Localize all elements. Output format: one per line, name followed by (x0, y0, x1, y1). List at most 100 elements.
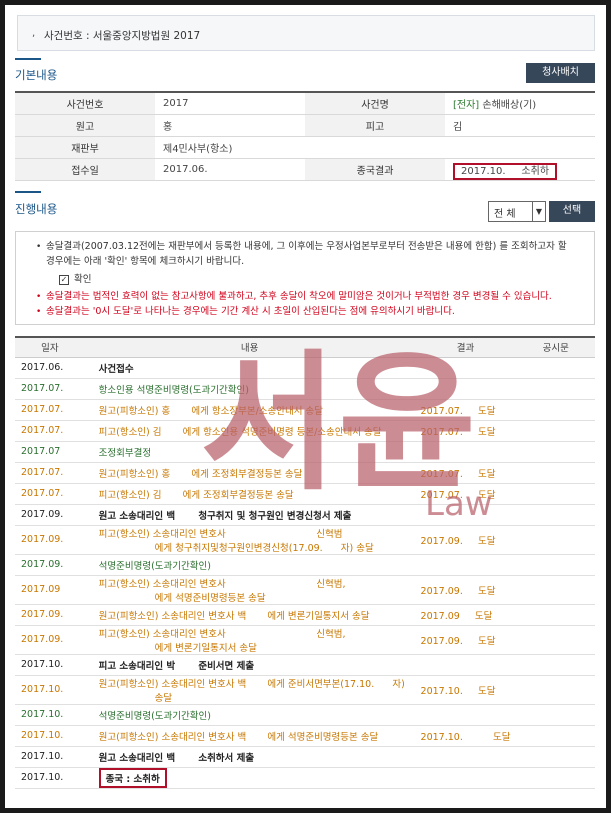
row-result-text: 2017.07. 도달 (420, 405, 496, 417)
info-row: 원고 홍 피고 김 (15, 114, 595, 137)
row-content-cont: 에게 청구취지및청구원인변경신청(17.09. 자) 송달 (154, 542, 374, 554)
row-date: 2017.09 (15, 575, 85, 605)
table-header: 일자 내용 결과 공시문 (15, 337, 595, 358)
value-plaintiff: 홍 (155, 114, 305, 137)
table-row: 2017.10. 원고(피항소인) 소송대리인 변호사 백 에게 석명준비명령등본… (15, 725, 595, 747)
row-result (414, 554, 517, 576)
value-final-result: 2017.10. 소취하 (445, 158, 595, 181)
row-content: 원고(피항소인) 홍 에게 조정회부결정등본 송달 (84, 462, 415, 484)
label-defendant: 피고 (305, 114, 445, 137)
row-date-text: 2017.06. (21, 362, 64, 373)
row-result: 2017.09. 도달 (414, 625, 517, 655)
value-court-division: 제4민사부(항소) (155, 136, 595, 159)
table-row: 2017.07. 피고(항소인) 김 에게 항소인용 석명준비명령 등본/소송안내… (15, 420, 595, 442)
row-date: 2017.07. (15, 378, 85, 400)
row-date-text: 2017.09. (21, 509, 64, 520)
row-date-text: 2017.10. (21, 684, 64, 695)
row-notice (516, 675, 595, 705)
row-notice (516, 625, 595, 655)
row-date: 2017.06. (15, 357, 85, 379)
row-notice (516, 575, 595, 605)
info-row: 사건번호 2017 사건명 [전자] 손해배상(기) (15, 92, 595, 115)
row-date: 2017.09. (15, 625, 85, 655)
table-row: 2017.09. 석명준비명령(도과기간확인) (15, 554, 595, 576)
filter-select[interactable]: 전 체 ▼ (488, 201, 546, 222)
bullet: • (36, 242, 42, 252)
row-notice (516, 441, 595, 463)
row-content: 원고(피항소인) 소송대리인 변호사 백 에게 준비서면부본(17.10. 자)… (84, 675, 415, 705)
row-content-text: 피고(항소인) 김 에게 항소인용 석명준비명령 등본/소송안내서 송달 (98, 426, 382, 438)
confirm-checkbox[interactable]: ✓ (59, 275, 69, 285)
label-final-result: 종국결과 (305, 158, 445, 181)
table-row: 2017.09. 피고(항소인) 소송대리인 변호사 신혁범 에게 청구취지및청구원… (15, 525, 595, 555)
row-result-text: 2017.09 도달 (420, 610, 493, 622)
row-content: 석명준비명령(도과기간확인) (84, 554, 415, 576)
row-result (414, 767, 517, 789)
table-row: 2017.09. 피고(항소인) 소송대리인 변호사 신혁범, 에게 변론기일통지서… (15, 625, 595, 655)
row-date-text: 2017.10. (21, 659, 64, 670)
table-row: 2017.10. 피고 소송대리인 박 준비서면 제출 (15, 654, 595, 676)
row-notice (516, 725, 595, 747)
row-content: 원고(피항소인) 소송대리인 변호사 백 에게 석명준비명령등본 송달 (84, 725, 415, 747)
row-content-text: 석명준비명령(도과기간확인) (98, 560, 211, 572)
row-content: 원고(피항소인) 소송대리인 변호사 백 에게 변론기일통지서 송달 (84, 604, 415, 626)
row-result-text: 2017.10. 도달 (420, 685, 496, 697)
row-content-cont: 송달 (154, 692, 173, 704)
bullet: • (36, 307, 42, 317)
row-content-text: 원고 소송대리인 백 소취하서 제출 (98, 752, 255, 764)
notice-line-2: 경우에는 아래 '확인' 항목에 체크하시기 바랍니다. (46, 256, 245, 267)
row-content: 피고(항소인) 김 에게 항소인용 석명준비명령 등본/소송안내서 송달 (84, 420, 415, 442)
row-date: 2017.10. (15, 704, 85, 726)
info-row: 접수일 2017.06. 종국결과 2017.10. 소취하 (15, 158, 595, 181)
row-content-text: 피고 소송대리인 박 준비서면 제출 (98, 660, 255, 672)
table-row: 2017.06. 사건접수 (15, 357, 595, 379)
table-row: 2017.09. 원고 소송대리인 백 청구취지 및 청구원인 변경신청서 제출 (15, 504, 595, 526)
row-content: 피고(항소인) 소송대리인 변호사 신혁범 에게 청구취지및청구원인변경신청(17… (84, 525, 415, 555)
row-date-text: 2017.10. (21, 751, 64, 762)
row-notice (516, 504, 595, 526)
row-date: 2017.10. (15, 767, 85, 789)
row-notice (516, 357, 595, 379)
row-content: 조정회부결정 (84, 441, 415, 463)
table-row: 2017.07. 원고(피항소인) 홍 에게 항소장부본/소송안내서 송달 2017… (15, 399, 595, 421)
table-row: 2017.07. 원고(피항소인) 홍 에게 조정회부결정등본 송달 2017.07… (15, 462, 595, 484)
row-result: 2017.09. 도달 (414, 575, 517, 605)
label-plaintiff: 원고 (15, 114, 155, 137)
row-result-text: 2017.09. 도달 (420, 535, 496, 547)
row-content-text: 원고(피항소인) 홍 에게 항소장부본/소송안내서 송달 (98, 405, 323, 417)
row-date: 2017.07. (15, 462, 85, 484)
row-date-text: 2017.09 (21, 584, 61, 595)
value-defendant: 김 (445, 114, 595, 137)
row-content-text: 원고(피항소인) 소송대리인 변호사 백 에게 석명준비명령등본 송달 (98, 731, 379, 743)
row-date: 2017.07 (15, 441, 85, 463)
row-result (414, 357, 517, 379)
table-row: 2017.09 피고(항소인) 소송대리인 변호사 신혁범, 에게 석명준비명령등본… (15, 575, 595, 605)
row-date: 2017.10. (15, 675, 85, 705)
row-content-text: 원고 소송대리인 백 청구취지 및 청구원인 변경신청서 제출 (98, 510, 352, 522)
row-date-text: 2017.10. (21, 730, 64, 741)
row-result (414, 746, 517, 768)
row-result: 2017.09. 도달 (414, 525, 517, 555)
bullet: • (36, 292, 42, 302)
court-map-button[interactable]: 청사배치 (526, 63, 595, 83)
row-content-text: 조정회부결정 (98, 447, 152, 459)
row-notice (516, 378, 595, 400)
section-accent (15, 58, 41, 60)
row-notice (516, 554, 595, 576)
label-filing-date: 접수일 (15, 158, 155, 181)
warning-1: 송달결과는 법적인 효력이 없는 참고사항에 불과하고, 추후 송달이 착오에 … (46, 291, 552, 302)
select-button[interactable]: 선택 (549, 201, 595, 222)
header-content: 내용 (84, 337, 415, 358)
row-result-text: 2017.07. 도달 (420, 426, 496, 438)
case-name-text: 손해배상(기) (482, 99, 537, 111)
row-content: 피고 소송대리인 박 준비서면 제출 (84, 654, 415, 676)
case-number-bar: , 사건번호 : 서울중앙지방법원 2017 (17, 15, 595, 51)
row-content-text: 피고(항소인) 소송대리인 변호사 신혁범, (98, 578, 346, 590)
row-content: 사건접수 (84, 357, 415, 379)
row-date: 2017.07. (15, 420, 85, 442)
case-number-label: 사건번호 : 서울중앙지방법원 2017 (44, 30, 201, 42)
bullet: , (32, 28, 36, 39)
row-date-text: 2017.10. (21, 709, 64, 720)
row-content: 석명준비명령(도과기간확인) (84, 704, 415, 726)
basic-section-title: 기본내용 (15, 68, 58, 82)
